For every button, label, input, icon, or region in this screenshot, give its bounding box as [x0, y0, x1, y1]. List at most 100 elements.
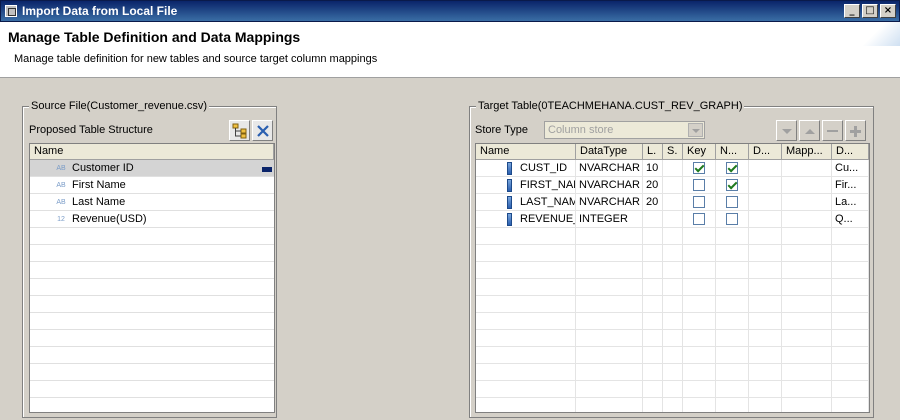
proposed-structure-list[interactable]: Name AB Customer ID AB First Name AB Las… [29, 143, 275, 413]
key-checkbox[interactable] [693, 162, 705, 174]
notnull-checkbox[interactable] [726, 162, 738, 174]
list-item[interactable]: 12 Revenue(USD) [30, 211, 274, 228]
text-type-icon: AB [56, 181, 66, 189]
delete-button[interactable] [252, 120, 273, 141]
tree-button[interactable] [229, 120, 250, 141]
list-item[interactable]: AB Last Name [30, 194, 274, 211]
target-columns-table[interactable]: Name DataType L. S. Key N... D... Mapp..… [475, 143, 870, 413]
column-default[interactable] [749, 177, 782, 193]
column-length[interactable] [643, 211, 663, 227]
column-scale[interactable] [663, 160, 683, 176]
key-checkbox[interactable] [693, 196, 705, 208]
column-datatype[interactable]: NVARCHAR [576, 160, 643, 176]
col-header-notnull[interactable]: N... [716, 144, 749, 159]
column-default[interactable] [749, 211, 782, 227]
add-column-button[interactable] [845, 120, 866, 141]
col-header-length[interactable]: L. [643, 144, 663, 159]
col-header-mapping[interactable]: Mapp... [782, 144, 832, 159]
column-mapping[interactable] [782, 160, 832, 176]
col-header-key[interactable]: Key [683, 144, 716, 159]
list-item[interactable]: AB First Name [30, 177, 274, 194]
target-table-group: Target Table(0TEACHMEHANA.CUST_REV_GRAPH… [469, 100, 874, 418]
column-datatype[interactable]: INTEGER [576, 211, 643, 227]
text-type-icon: AB [56, 198, 66, 206]
column-description[interactable]: La... [832, 194, 869, 210]
column-length[interactable]: 20 [643, 177, 663, 193]
column-mapping[interactable] [782, 177, 832, 193]
list-item[interactable]: AB Customer ID [30, 160, 274, 177]
list-item-label: First Name [72, 179, 126, 191]
delete-icon [256, 124, 269, 137]
source-group-title: Source File(Customer_revenue.csv) [29, 100, 210, 112]
empty-row [476, 279, 869, 296]
target-group-title: Target Table(0TEACHMEHANA.CUST_REV_GRAPH… [476, 100, 745, 112]
tree-icon [232, 123, 246, 138]
table-row[interactable]: FIRST_NAME NVARCHAR 20 Fir... [476, 177, 869, 194]
col-header-default[interactable]: D... [749, 144, 782, 159]
column-icon [507, 161, 512, 175]
empty-row [30, 364, 274, 381]
empty-row [476, 228, 869, 245]
app-icon [5, 5, 17, 17]
store-type-select[interactable]: Column store [544, 121, 705, 139]
header-decoration [860, 22, 900, 46]
empty-row [30, 228, 274, 245]
col-header-datatype[interactable]: DataType [576, 144, 643, 159]
list-header: Name [30, 144, 274, 160]
notnull-checkbox[interactable] [726, 196, 738, 208]
empty-row [30, 347, 274, 364]
notnull-checkbox[interactable] [726, 179, 738, 191]
maximize-button[interactable]: □ [862, 4, 878, 18]
proposed-structure-label: Proposed Table Structure [29, 124, 153, 136]
notnull-checkbox[interactable] [726, 213, 738, 225]
column-description[interactable]: Fir... [832, 177, 869, 193]
source-file-group: Source File(Customer_revenue.csv) Propos… [22, 100, 277, 418]
list-item-label: Last Name [72, 196, 126, 208]
store-type-label: Store Type [475, 124, 528, 136]
chevron-down-icon[interactable] [688, 123, 703, 137]
empty-row [30, 296, 274, 313]
remove-column-button[interactable] [822, 120, 843, 141]
col-header-scale[interactable]: S. [663, 144, 683, 159]
wizard-header: Manage Table Definition and Data Mapping… [0, 22, 900, 78]
col-header-description[interactable]: D... [832, 144, 869, 159]
column-scale[interactable] [663, 177, 683, 193]
empty-row [476, 296, 869, 313]
list-item-label: Revenue(USD) [72, 213, 147, 225]
empty-row [476, 398, 869, 412]
column-scale[interactable] [663, 194, 683, 210]
empty-row [476, 262, 869, 279]
empty-row [30, 245, 274, 262]
table-row[interactable]: REVENUE_USD INTEGER Q... [476, 211, 869, 228]
column-length[interactable]: 20 [643, 194, 663, 210]
column-datatype[interactable]: NVARCHAR [576, 177, 643, 193]
empty-row [30, 313, 274, 330]
name-column-header[interactable]: Name [30, 144, 274, 159]
column-length[interactable]: 10 [643, 160, 663, 176]
key-checkbox[interactable] [693, 179, 705, 191]
table-row[interactable]: CUST_ID NVARCHAR 10 Cu... [476, 160, 869, 177]
column-mapping[interactable] [782, 194, 832, 210]
selection-marker [262, 167, 272, 172]
move-down-button[interactable] [776, 120, 797, 141]
table-header: Name DataType L. S. Key N... D... Mapp..… [476, 144, 869, 160]
key-checkbox[interactable] [693, 213, 705, 225]
table-row[interactable]: LAST_NAME NVARCHAR 20 La... [476, 194, 869, 211]
empty-row [476, 313, 869, 330]
window-titlebar[interactable]: Import Data from Local File _ □ × [0, 0, 900, 22]
column-description[interactable]: Q... [832, 211, 869, 227]
col-header-name[interactable]: Name [476, 144, 576, 159]
column-scale[interactable] [663, 211, 683, 227]
empty-row [30, 262, 274, 279]
column-mapping[interactable] [782, 211, 832, 227]
column-description[interactable]: Cu... [832, 160, 869, 176]
window-controls: _ □ × [844, 4, 896, 18]
column-default[interactable] [749, 194, 782, 210]
empty-row [30, 381, 274, 398]
column-default[interactable] [749, 160, 782, 176]
close-button[interactable]: × [880, 4, 896, 18]
empty-row [476, 330, 869, 347]
move-up-button[interactable] [799, 120, 820, 141]
column-datatype[interactable]: NVARCHAR [576, 194, 643, 210]
minimize-button[interactable]: _ [844, 4, 860, 18]
